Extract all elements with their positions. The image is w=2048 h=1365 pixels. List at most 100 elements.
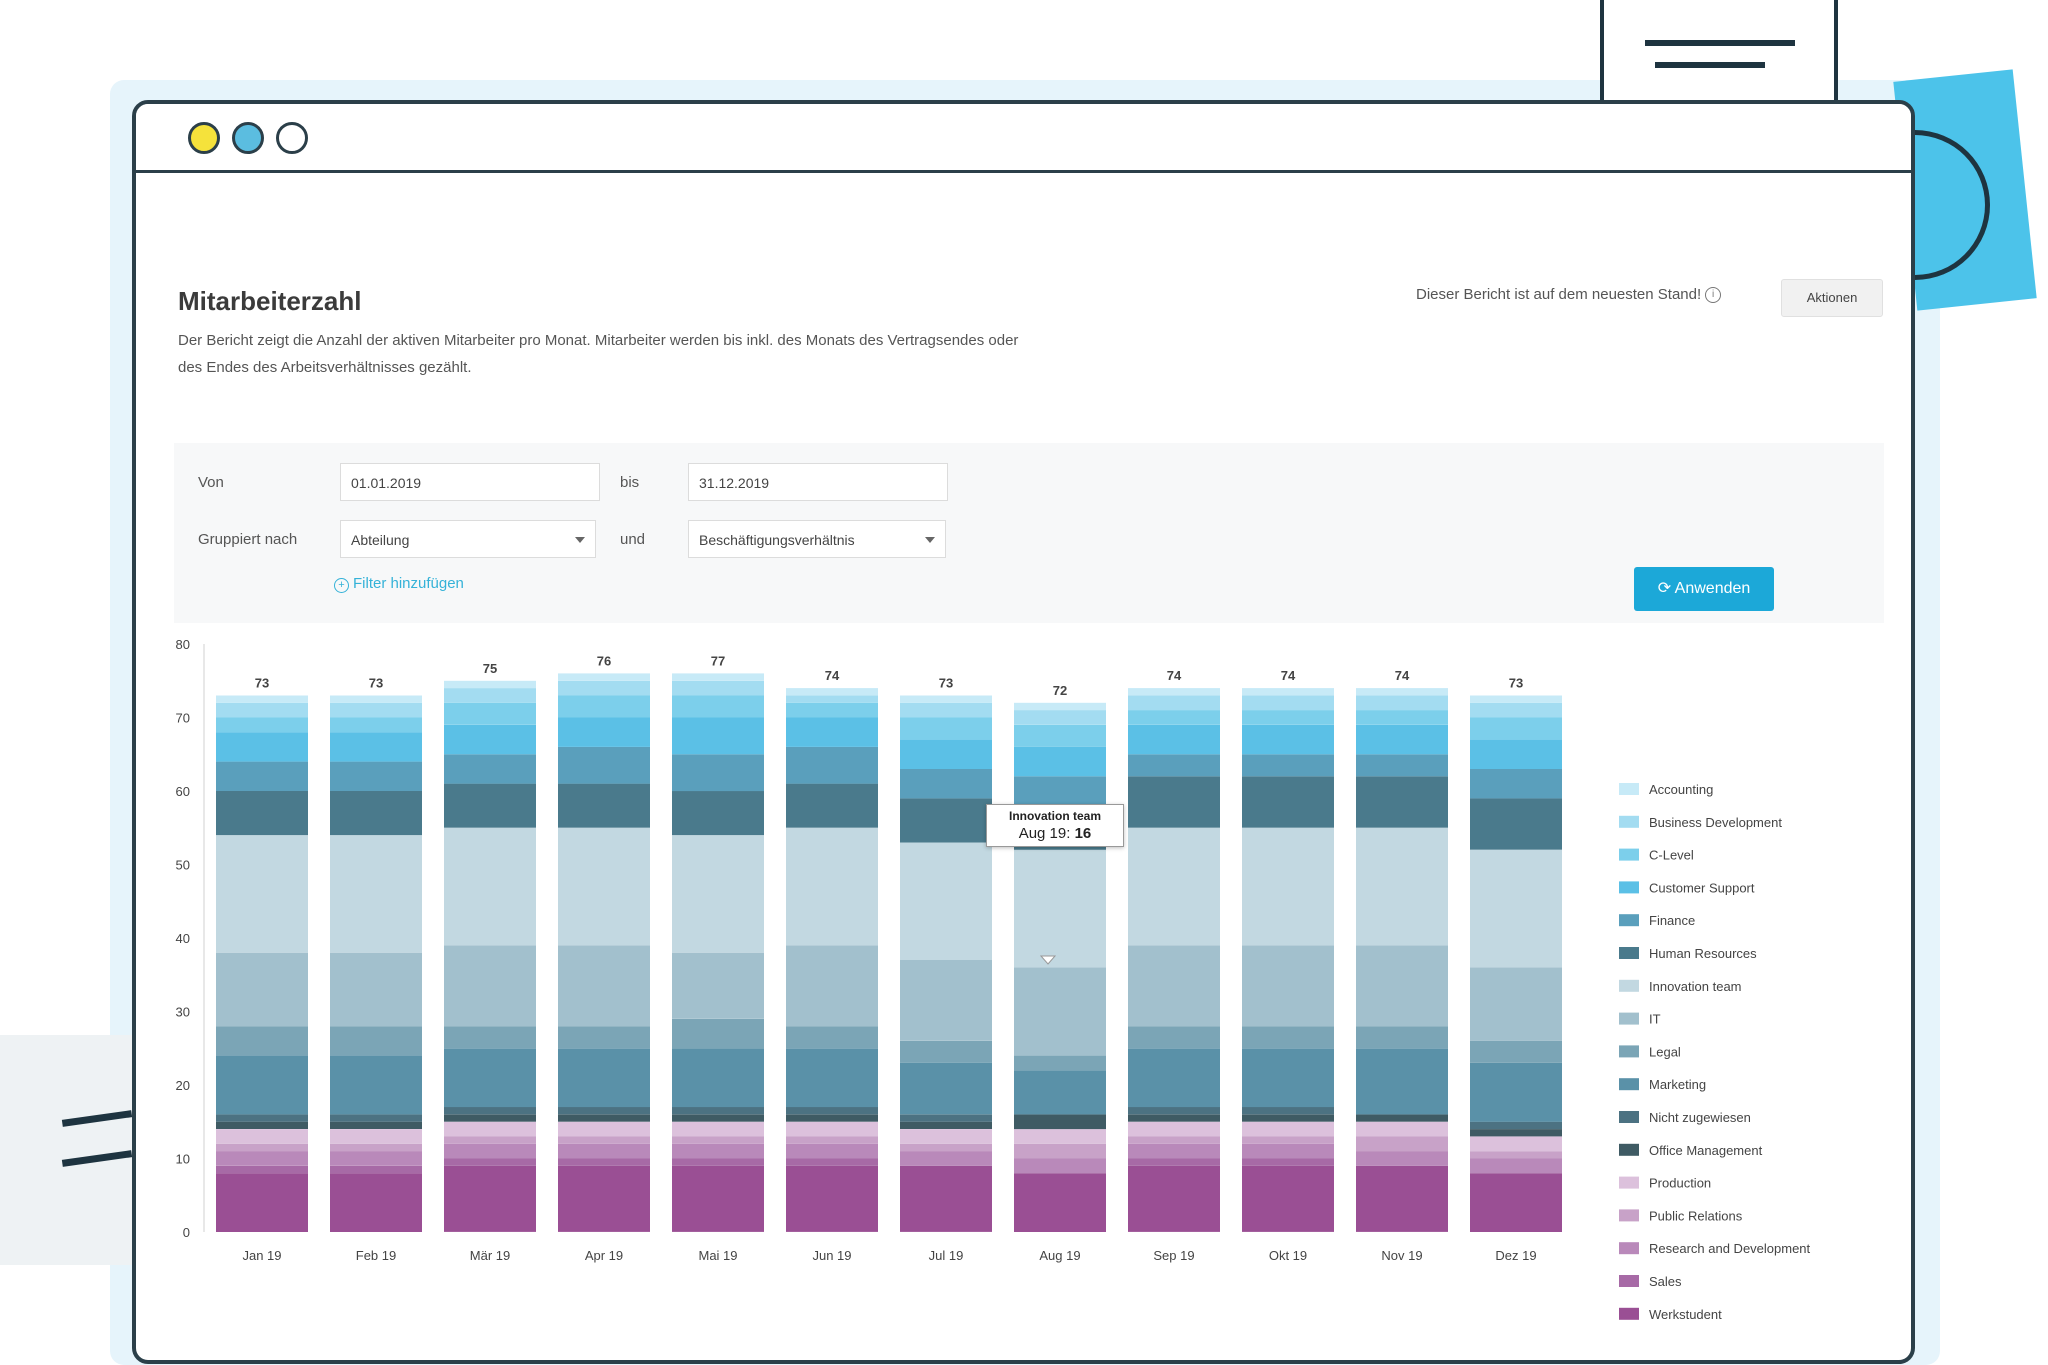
bar-segment [330,1143,422,1152]
bar-segment [216,1055,308,1115]
bar-segment [786,1165,878,1232]
bar-segment [900,1062,992,1115]
bar-segment [1470,1040,1562,1063]
bar-segment [672,717,764,755]
bar-segment [1356,1151,1448,1166]
bar-segment [672,1121,764,1137]
bar-segment [444,688,536,703]
bar-segment [1014,1070,1106,1115]
x-tick-label: Sep 19 [1153,1248,1194,1263]
bar-segment [1128,688,1220,696]
x-tick-label: Jan 19 [242,1248,281,1263]
bar-segment [1014,1129,1106,1144]
bar-segment [1014,702,1106,711]
legend-label: Marketing [1649,1077,1706,1092]
bar-segment [786,746,878,784]
bar-segment [900,1129,992,1144]
x-tick-label: Mär 19 [470,1248,510,1263]
bar-total-label: 73 [255,675,269,690]
legend-label: C-Level [1649,848,1694,863]
bar-total-label: 76 [597,653,611,668]
legend-label: Innovation team [1649,979,1742,994]
bar-segment [330,695,422,703]
bar-segment [1242,776,1334,828]
bar-segment [558,1136,650,1144]
x-tick-label: Nov 19 [1381,1248,1422,1263]
bar-segment [1470,695,1562,703]
bar-segment [672,1136,764,1144]
bar-segment [1470,1158,1562,1174]
bar-segment [330,1129,422,1144]
bar-segment [900,1143,992,1152]
bar-segment [330,1151,422,1166]
bar-segment [900,960,992,1041]
bar-segment [558,680,650,696]
bar-segment [1356,945,1448,1027]
bar-segment [672,952,764,1019]
bar-segment [558,1158,650,1166]
bar-segment [444,783,536,828]
bar-segment [216,1173,308,1232]
bar-segment [1242,827,1334,946]
bar-segment [1014,1173,1106,1232]
bar-segment [786,1107,878,1115]
bar-segment [444,945,536,1027]
bar-segment [1470,769,1562,799]
bar-segment [216,791,308,836]
legend-label: Nicht zugewiesen [1649,1110,1751,1125]
bar-segment [1356,710,1448,725]
bar-segment [330,732,422,762]
legend-label: Office Management [1649,1143,1763,1158]
y-tick-label: 20 [176,1078,190,1093]
bar-segment [444,827,536,946]
bar-segment [786,702,878,718]
bar-segment [672,1107,764,1115]
bar-segment [330,1173,422,1232]
app-window: Mitarbeiterzahl Der Bericht zeigt die An… [132,100,1915,1364]
bar-segment [1356,1165,1448,1232]
bar-segment [216,1114,308,1122]
x-tick-label: Dez 19 [1495,1248,1536,1263]
legend-label: Public Relations [1649,1208,1743,1223]
bar-segment [1356,1114,1448,1122]
bar-segment [1128,1048,1220,1108]
bar-segment [330,702,422,718]
tooltip-value: 16 [1074,825,1092,842]
bar-segment [900,1121,992,1129]
legend-swatch [1619,1045,1639,1058]
bar-segment [444,702,536,725]
bar-segment [1014,724,1106,747]
decorative-line [1655,62,1765,68]
bar-segment [558,695,650,718]
bar-segment [1242,1048,1334,1108]
bar-segment [1470,1129,1562,1137]
bar-total-label: 73 [1509,675,1523,690]
bar-segment [1128,1158,1220,1166]
bar-segment [558,746,650,784]
bar-total-label: 73 [369,675,383,690]
bar-segment [672,754,764,792]
y-tick-label: 80 [176,637,190,652]
bar-segment [1356,754,1448,777]
bar-segment [330,1026,422,1056]
legend-label: IT [1649,1012,1661,1027]
bar-segment [900,769,992,799]
bar-segment [1128,776,1220,828]
bar-segment [1014,1055,1106,1071]
legend-label: Werkstudent [1649,1307,1722,1322]
bar-segment [1470,849,1562,968]
bar-segment [900,739,992,769]
legend-label: Business Development [1649,815,1782,830]
bar-total-label: 77 [711,653,725,668]
bar-segment [1470,1121,1562,1129]
bar-segment [1470,1151,1562,1159]
bar-segment [1014,776,1106,806]
x-tick-label: Apr 19 [585,1248,623,1263]
legend-swatch [1619,947,1639,959]
bar-total-label: 74 [1395,668,1410,683]
legend-label: Research and Development [1649,1241,1811,1256]
tooltip-label: Aug 19: [1018,825,1071,842]
bar-segment [1128,1136,1220,1144]
y-tick-label: 70 [176,711,190,726]
bar-segment [444,724,536,755]
